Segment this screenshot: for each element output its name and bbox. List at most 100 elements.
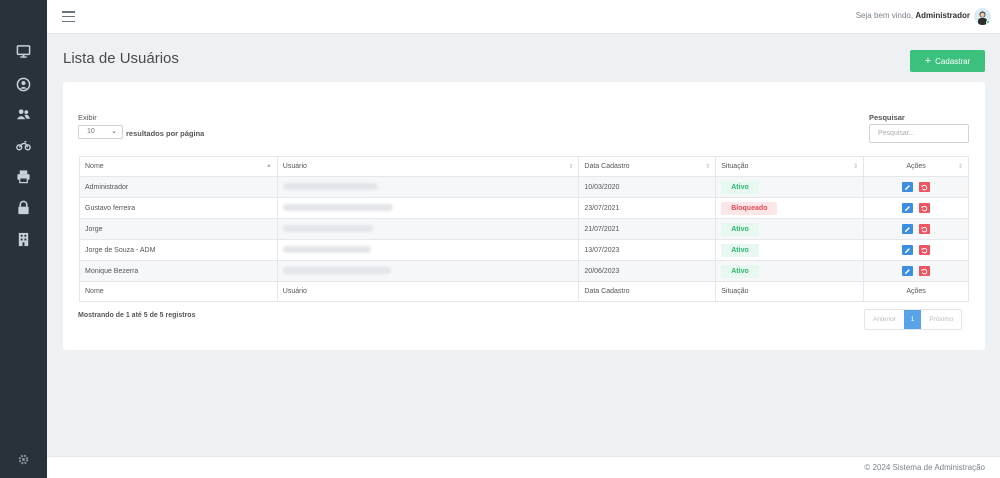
cell-actions (863, 176, 969, 198)
reset-icon[interactable] (919, 266, 931, 276)
per-page-label: resultados por página (126, 129, 205, 138)
search-input[interactable]: Pesquisar... (869, 124, 969, 143)
motorcycle-icon[interactable] (11, 132, 35, 156)
reset-icon[interactable] (919, 182, 931, 192)
cell-user (276, 176, 580, 198)
column-header-actions[interactable]: Ações ⇕ (863, 156, 969, 177)
footer-name: Nome (79, 281, 278, 302)
reset-icon[interactable] (919, 203, 931, 213)
page-title: Lista de Usuários (63, 50, 179, 67)
column-label: Data Cadastro (584, 163, 630, 170)
cell-name: Jorge (79, 218, 278, 240)
cell-status: Ativo (715, 260, 865, 282)
edit-icon[interactable] (902, 203, 914, 213)
blurred-email (282, 246, 371, 254)
add-user-button[interactable]: + Cadastrar (910, 50, 985, 72)
column-label: Situação (721, 163, 749, 170)
cell-actions (863, 197, 969, 219)
add-user-button-label: Cadastrar (935, 56, 971, 66)
cell-status: Ativo (715, 176, 865, 198)
sidebar (0, 0, 47, 478)
previous-page-button[interactable]: Anterior (865, 310, 904, 329)
cell-user (276, 239, 580, 261)
users-card: Exibir 10 ⌄ resultados por página Pesqui… (63, 82, 985, 350)
cell-date: 13/07/2023 (578, 239, 717, 261)
sort-asc-icon: ▲ (265, 163, 272, 169)
table-header-row: Nome ▲ Usuário ⇕ Data Cadastro ⇕ Situação ⇕ … (79, 156, 969, 177)
blurred-email (282, 267, 391, 275)
cell-user (276, 218, 580, 240)
cell-date: 21/07/2021 (578, 218, 717, 240)
page-size-value: 10 (87, 128, 95, 135)
status-badge: Ativo (721, 180, 759, 194)
cell-date: 10/03/2020 (578, 176, 717, 198)
plus-icon: + (924, 54, 932, 67)
footer-actions: Ações (863, 281, 969, 302)
column-label: Usuário (282, 163, 307, 170)
blurred-email (282, 183, 378, 191)
online-status-dot (986, 20, 991, 25)
status-badge: Ativo (721, 243, 759, 257)
footer-status: Situação (715, 281, 865, 302)
cell-actions (863, 239, 969, 261)
cell-name: Jorge de Souza - ADM (79, 239, 278, 261)
column-header-date[interactable]: Data Cadastro ⇕ (578, 156, 717, 177)
copyright: © 2024 Sistema de Administração (864, 463, 985, 472)
next-page-button[interactable]: Próximo (921, 310, 961, 329)
lock-icon[interactable] (11, 195, 35, 219)
column-header-name[interactable]: Nome ▲ (79, 156, 278, 177)
username: Administrador (915, 11, 970, 20)
users-table: Nome ▲ Usuário ⇕ Data Cadastro ⇕ Situação ⇕ … (79, 156, 969, 302)
chevron-down-icon: ⌄ (111, 128, 117, 135)
table-row: Jorge 21/07/2021 Ativo (79, 218, 969, 240)
reset-icon[interactable] (919, 224, 931, 234)
gear-icon[interactable] (11, 447, 35, 471)
cell-user (276, 260, 580, 282)
edit-icon[interactable] (902, 266, 914, 276)
status-badge: Ativo (721, 264, 759, 278)
cell-status: Ativo (715, 239, 865, 261)
cell-date: 20/06/2023 (578, 260, 717, 282)
column-label: Ações (906, 163, 926, 170)
show-label: Exibir (78, 113, 97, 122)
table-footer-row: Nome Usuário Data Cadastro Situação Açõe… (79, 281, 969, 302)
status-badge: Bloqueado (721, 201, 778, 215)
cell-name: Administrador (79, 176, 278, 198)
reset-icon[interactable] (919, 245, 931, 255)
sort-icon: ⇕ (853, 164, 859, 170)
cell-status: Ativo (715, 218, 865, 240)
user-circle-icon[interactable] (11, 72, 35, 96)
cell-date: 23/07/2021 (578, 197, 717, 219)
column-label: Nome (85, 163, 104, 170)
cell-status: Bloqueado (715, 197, 865, 219)
footer: © 2024 Sistema de Administração (47, 456, 1000, 478)
sort-icon: ⇕ (957, 164, 963, 170)
column-header-user[interactable]: Usuário ⇕ (276, 156, 580, 177)
users-icon[interactable] (11, 102, 35, 126)
monitor-icon[interactable] (11, 39, 35, 63)
sort-icon: ⇕ (568, 164, 574, 170)
page-button-1[interactable]: 1 (903, 310, 922, 329)
welcome-text: Seja bem vindo, Administrador (856, 11, 970, 20)
table-row: Administrador 10/03/2020 Ativo (79, 176, 969, 198)
cell-user (276, 197, 580, 219)
edit-icon[interactable] (902, 245, 914, 255)
cell-actions (863, 260, 969, 282)
printer-icon[interactable] (11, 164, 35, 188)
cell-name: Monique Bezerra (79, 260, 278, 282)
table-row: Gustavo ferreira 23/07/2021 Bloqueado (79, 197, 969, 219)
building-icon[interactable] (11, 227, 35, 251)
top-bar: Seja bem vindo, Administrador (47, 0, 1000, 34)
page-size-select[interactable]: 10 ⌄ (78, 125, 123, 139)
column-header-status[interactable]: Situação ⇕ (715, 156, 865, 177)
cell-actions (863, 218, 969, 240)
table-row: Jorge de Souza - ADM 13/07/2023 Ativo (79, 239, 969, 261)
cell-name: Gustavo ferreira (79, 197, 278, 219)
search-label: Pesquisar (869, 113, 905, 122)
blurred-email (282, 204, 393, 212)
menu-toggle-icon[interactable] (62, 11, 75, 22)
footer-date: Data Cadastro (578, 281, 717, 302)
edit-icon[interactable] (902, 182, 914, 192)
avatar[interactable] (974, 8, 991, 25)
edit-icon[interactable] (902, 224, 914, 234)
